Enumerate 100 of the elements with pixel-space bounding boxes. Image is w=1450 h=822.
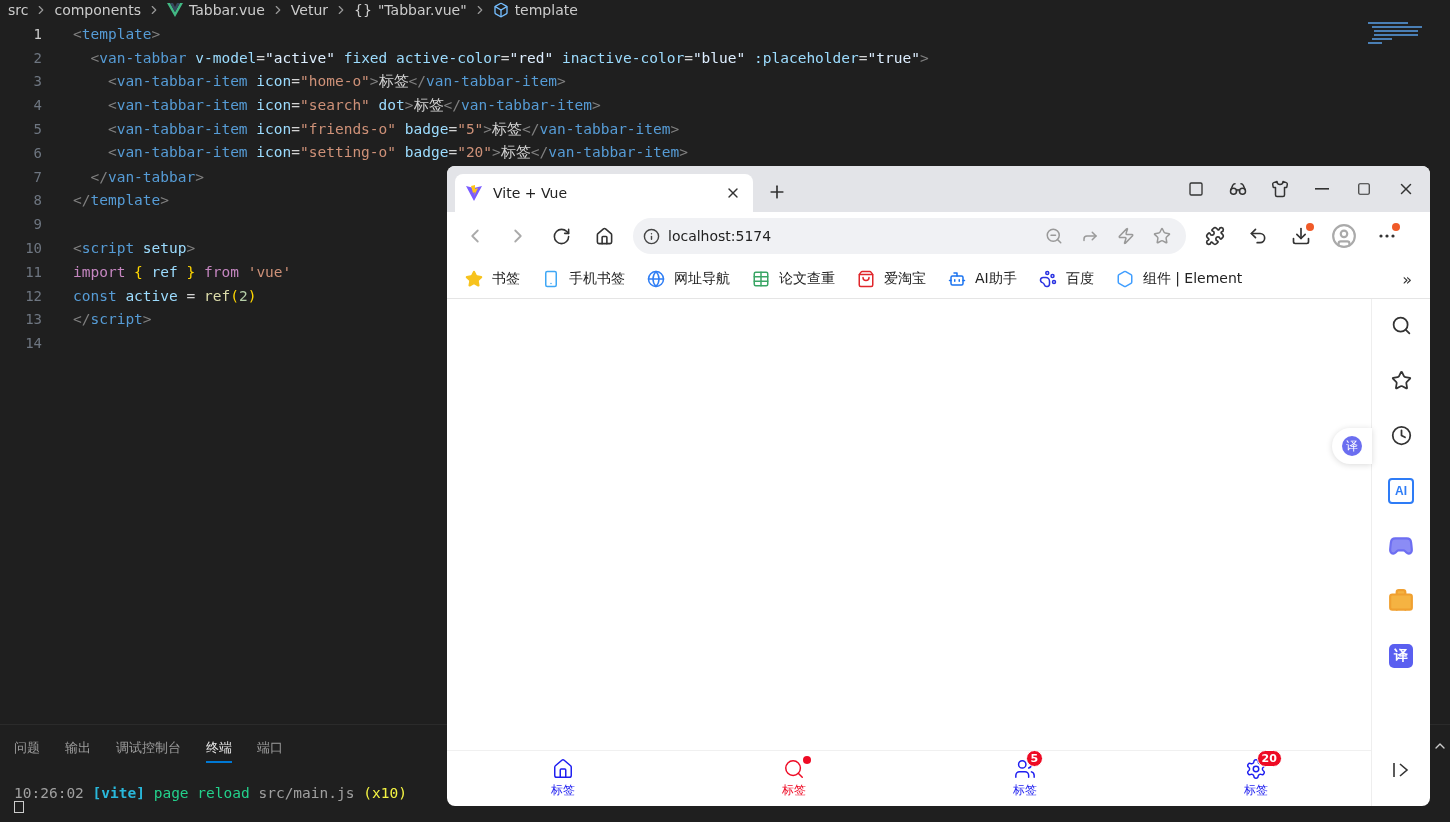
more-bookmarks-icon[interactable]: » xyxy=(1402,269,1412,289)
sidebar-button[interactable]: 译 xyxy=(1381,635,1421,676)
reload-icon xyxy=(551,226,571,246)
line-number: 13 xyxy=(24,311,42,328)
code-line: <van-tabbar-item icon="search" dot>标签</van-tabbar-item> xyxy=(106,95,601,115)
bookmark-link[interactable]: 书签 xyxy=(465,270,520,288)
panel-tab[interactable]: 调试控制台 xyxy=(116,735,181,763)
browser-tab[interactable]: Vite + Vue xyxy=(455,174,753,212)
line-number: 5 xyxy=(32,121,42,138)
panel-tab[interactable]: 终端 xyxy=(206,735,232,763)
line-number: 11 xyxy=(24,263,42,280)
tab-title: Vite + Vue xyxy=(493,185,568,201)
globe-icon xyxy=(647,270,665,288)
bookmark-link[interactable]: 网址导航 xyxy=(647,270,730,288)
puzzle-icon xyxy=(1205,226,1225,246)
breadcrumb-item[interactable]: src xyxy=(8,2,29,18)
bookmark-link[interactable]: 百度 xyxy=(1038,270,1094,288)
breadcrumb-item[interactable]: Vetur xyxy=(290,2,329,18)
ai-icon: AI xyxy=(1388,477,1414,504)
terminal-line: 10:26:02 [vite] page reload src/main.js (x10) xyxy=(14,785,407,801)
line-number: 3 xyxy=(32,73,42,90)
minimize-icon xyxy=(1315,188,1329,190)
bookmark-link[interactable]: 手机书签 xyxy=(542,270,625,288)
phone-icon xyxy=(542,270,560,288)
code-line: </template> xyxy=(73,192,170,209)
url-text: localhost:5174 xyxy=(668,228,773,244)
tabbar-item[interactable]: 标签 xyxy=(678,751,909,806)
braces-icon: {} xyxy=(354,2,372,18)
code-line: <van-tabbar-item icon="friends-o" badge="5">标签</van-tabbar-item> xyxy=(106,119,680,139)
breadcrumb-item[interactable]: "Tabbar.vue" xyxy=(377,2,467,18)
vite-logo-icon xyxy=(465,184,483,202)
bookmark-link[interactable]: AI助手 xyxy=(948,270,1017,288)
home-icon xyxy=(551,758,574,780)
more-icon xyxy=(1379,234,1395,238)
star-icon xyxy=(1390,370,1412,391)
count-badge: 5 xyxy=(1025,750,1044,767)
paw-icon xyxy=(1038,270,1057,288)
sheet-icon xyxy=(752,270,770,288)
line-number: 1 xyxy=(32,25,42,42)
breadcrumb-item[interactable]: Tabbar.vue xyxy=(188,2,265,18)
expand-icon xyxy=(1392,762,1410,778)
bot-icon xyxy=(948,270,966,288)
panel-tab[interactable]: 问题 xyxy=(14,735,40,763)
line-number: 14 xyxy=(24,335,42,352)
line-number: 12 xyxy=(24,287,42,304)
line-number: 2 xyxy=(32,49,42,66)
tabbar-item[interactable]: 20 标签 xyxy=(1140,751,1371,806)
line-number: 6 xyxy=(32,144,42,161)
expand-sidebar-button[interactable] xyxy=(1392,762,1410,778)
tabbar-item[interactable]: 标签 xyxy=(447,751,678,806)
home-icon xyxy=(594,226,614,246)
panel-tab[interactable]: 输出 xyxy=(65,735,91,763)
zoom-out-icon xyxy=(1045,227,1063,245)
code-line: </van-tabbar> xyxy=(89,168,204,185)
sidebar-button[interactable]: AI xyxy=(1381,470,1421,511)
line-number: 7 xyxy=(32,168,42,185)
bag-icon xyxy=(857,270,875,288)
notification-dot xyxy=(1306,223,1314,231)
lightning-icon xyxy=(1117,227,1135,245)
line-number: 4 xyxy=(32,97,42,114)
breadcrumb-item[interactable]: template xyxy=(514,2,578,18)
square-icon xyxy=(1188,181,1204,197)
star-icon xyxy=(465,270,483,288)
line-number: 9 xyxy=(32,216,42,233)
line-number: 10 xyxy=(24,240,42,257)
code-line: import { ref } from 'vue' xyxy=(73,263,292,280)
code-line: const active = ref(2) xyxy=(73,287,257,304)
vue-logo-icon xyxy=(166,3,183,17)
code-line: <van-tabbar v-model="active" fixed active-color="red" inactive-color="blue" :placeholder="true"> xyxy=(89,49,929,66)
code-line: <template> xyxy=(73,25,161,42)
line-number: 8 xyxy=(32,192,42,209)
notification-dot xyxy=(1392,223,1400,231)
translate-icon: 译 xyxy=(1389,643,1413,668)
undo-icon xyxy=(1248,226,1268,246)
star-icon xyxy=(1153,227,1171,245)
bookmark-link[interactable]: 论文查重 xyxy=(752,270,835,288)
tabbar-item[interactable]: 5 标签 xyxy=(909,751,1140,806)
code-line: <van-tabbar-item icon="home-o">标签</van-tabbar-item> xyxy=(106,72,566,91)
avatar-icon xyxy=(1331,223,1357,249)
code-line: <script setup> xyxy=(73,240,196,257)
code-line: </script> xyxy=(73,311,152,328)
count-badge: 20 xyxy=(1256,750,1282,767)
bookmark-link[interactable]: 组件 | Element xyxy=(1115,270,1243,288)
panel-tab[interactable]: 端口 xyxy=(257,735,283,763)
info-icon xyxy=(643,227,660,245)
shirt-icon xyxy=(1271,180,1289,198)
maximize-icon xyxy=(1357,182,1371,196)
glasses-icon xyxy=(1229,180,1247,198)
code-line: <van-tabbar-item icon="setting-o" badge="20">标签</van-tabbar-item> xyxy=(106,143,688,163)
cube-icon xyxy=(492,2,509,18)
translate-float-button[interactable]: 译 xyxy=(1332,428,1372,464)
search-icon xyxy=(782,758,805,780)
terminal-cursor xyxy=(14,801,24,813)
address-bar[interactable]: localhost:5174 xyxy=(633,218,1186,254)
bookmark-link[interactable]: 爱淘宝 xyxy=(857,270,926,288)
breadcrumb-item[interactable]: components xyxy=(54,2,141,18)
briefcase-icon xyxy=(1388,587,1414,614)
search-icon xyxy=(1390,315,1412,336)
hexagon-icon xyxy=(1115,270,1134,288)
download-icon xyxy=(1291,226,1311,246)
